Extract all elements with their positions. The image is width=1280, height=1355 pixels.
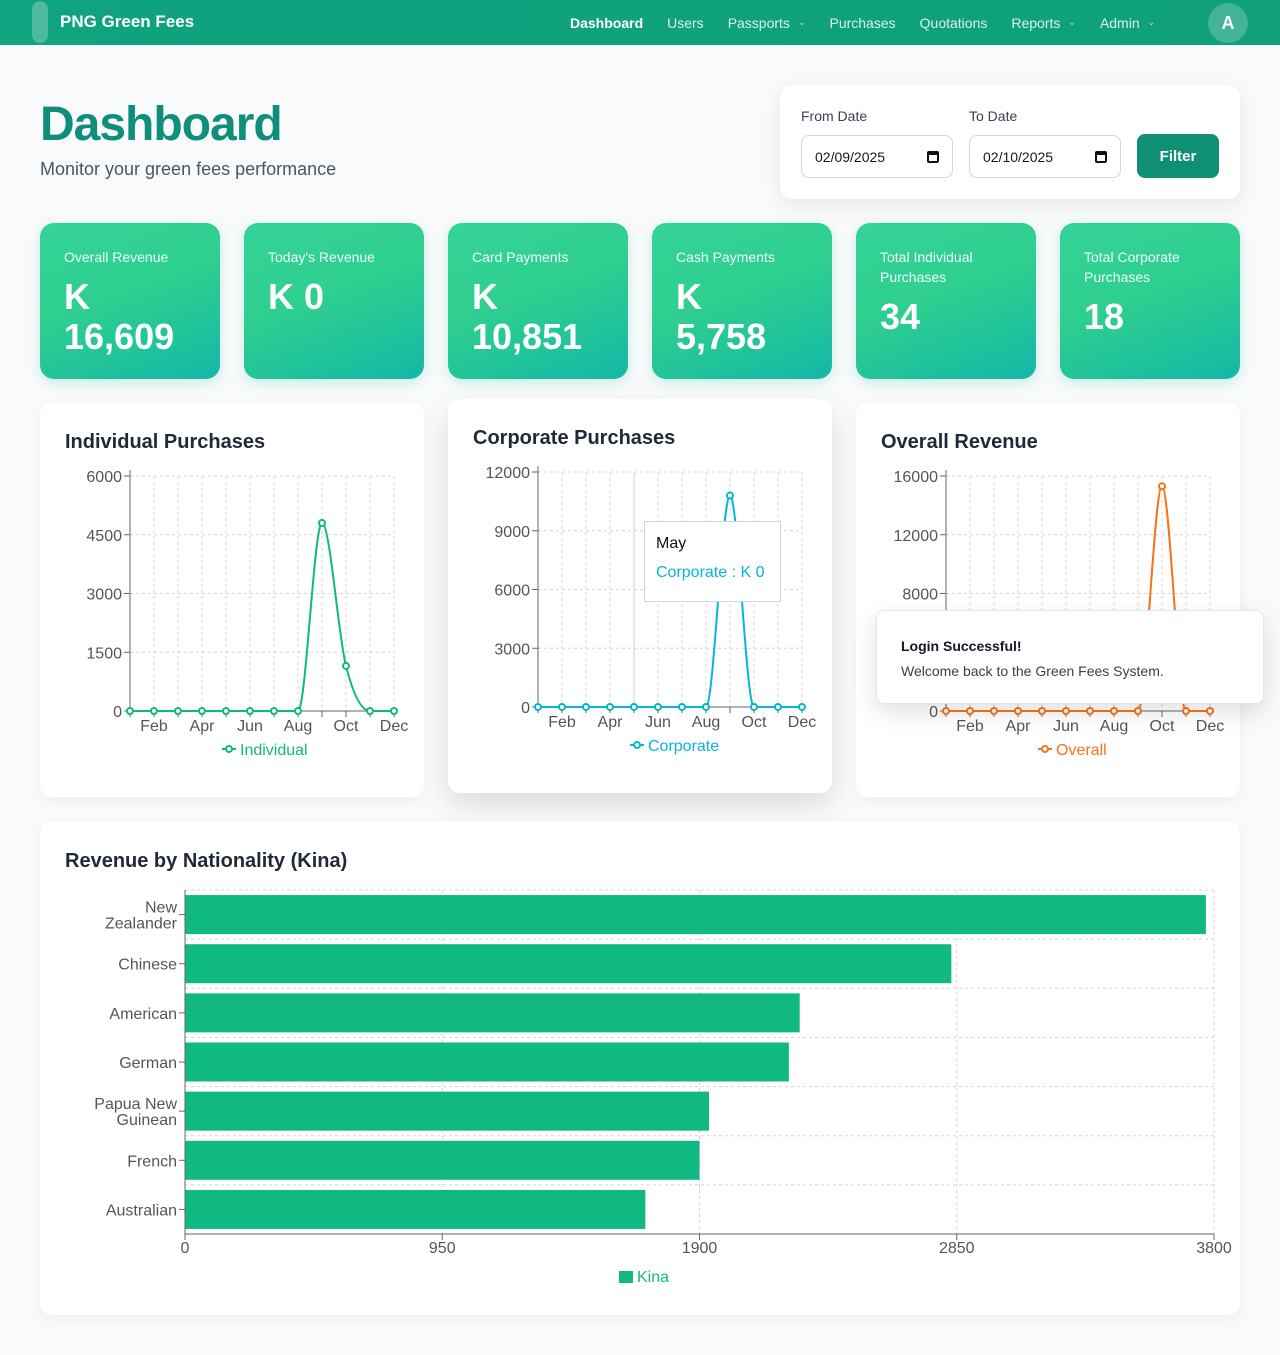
nav-item-users[interactable]: Users	[655, 15, 716, 31]
chart-tooltip: May Corporate : K 0	[644, 521, 781, 602]
toast-title: Login Successful!	[901, 638, 1022, 654]
stat-label: Today's Revenue	[268, 249, 375, 265]
stat-card-total-individual-purchases: Total Individual Purchases 34	[856, 223, 1036, 379]
filter-button[interactable]: Filter	[1137, 134, 1219, 178]
nav-item-label: Dashboard	[570, 14, 644, 31]
nav-item-label: Purchases	[829, 14, 896, 31]
chevron-down-icon: ⌄	[797, 17, 806, 27]
user-avatar[interactable]: A	[1208, 3, 1248, 43]
nav-item-purchases[interactable]: Purchases	[817, 15, 907, 31]
brand-title[interactable]: PNG Green Fees	[60, 12, 194, 32]
date-filter-card: From Date 02/09/2025 To Date 02/10/2025 …	[780, 85, 1240, 199]
chevron-down-icon: ⌄	[1147, 17, 1156, 27]
chart-title: Revenue by Nationality (Kina)	[65, 850, 348, 872]
stat-value: K 16,609	[64, 276, 175, 357]
nav-item-label: Reports	[1011, 14, 1061, 31]
chevron-down-icon: ⌄	[1068, 17, 1076, 27]
toast-message: Welcome back to the Green Fees System.	[901, 663, 1164, 679]
calendar-icon[interactable]	[1095, 150, 1107, 163]
tooltip-value: Corporate : K 0	[656, 564, 765, 581]
nav-item-admin[interactable]: Admin ⌄	[1088, 15, 1167, 31]
stat-value: K 5,758	[676, 276, 767, 357]
chart-title: Overall Revenue	[881, 431, 1038, 453]
stat-value: 18	[1084, 296, 1125, 337]
nav-item-dashboard[interactable]: Dashboard	[558, 15, 655, 31]
from-date-value: 02/09/2025	[815, 148, 886, 165]
tooltip-title: May	[656, 535, 687, 552]
nav-item-label: Quotations	[919, 14, 988, 31]
chart-title: Individual Purchases	[65, 431, 266, 453]
individual-purchases-card: Individual Purchases	[40, 403, 424, 797]
page-title: Dashboard	[40, 98, 283, 151]
stat-label: Card Payments	[472, 249, 569, 265]
stat-card-card-payments: Card Payments K 10,851	[448, 223, 628, 379]
from-date-label: From Date	[801, 108, 868, 124]
stat-card-cash-payments: Cash Payments K 5,758	[652, 223, 832, 379]
stat-card-todays-revenue: Today's Revenue K 0	[244, 223, 424, 379]
nav-item-label: Users	[667, 14, 704, 31]
sidebar-toggle-button[interactable]	[32, 1, 48, 43]
stat-value: 34	[880, 296, 921, 337]
from-date-input[interactable]: 02/09/2025	[801, 135, 953, 178]
overall-revenue-card: Overall Revenue	[856, 403, 1240, 797]
stat-value: K 10,851	[472, 276, 583, 357]
calendar-icon[interactable]	[927, 150, 939, 163]
nav-item-quotations[interactable]: Quotations	[908, 15, 1000, 31]
stat-label: Total Corporate Purchases	[1084, 249, 1180, 285]
nav-item-label: Passports	[727, 14, 790, 31]
chart-title: Corporate Purchases	[473, 427, 676, 449]
login-toast[interactable]: Login Successful! Welcome back to the Gr…	[876, 610, 1264, 704]
nationality-revenue-card: Revenue by Nationality (Kina)	[40, 821, 1240, 1315]
nav-item-label: Admin	[1099, 14, 1140, 31]
to-date-input[interactable]: 02/10/2025	[969, 135, 1121, 178]
nav-links: Dashboard Users Passports ⌄ Purchases Quo…	[558, 0, 1167, 45]
to-date-label: To Date	[969, 108, 1018, 124]
stat-label: Overall Revenue	[64, 249, 169, 265]
page-subtitle: Monitor your green fees performance	[40, 159, 337, 179]
nav-item-passports[interactable]: Passports ⌄	[716, 15, 818, 31]
stat-label: Cash Payments	[676, 249, 775, 265]
stat-card-overall-revenue: Overall Revenue K 16,609	[40, 223, 220, 379]
to-date-value: 02/10/2025	[983, 148, 1054, 165]
top-navbar: PNG Green Fees Dashboard Users Passports…	[0, 0, 1280, 45]
stat-card-total-corporate-purchases: Total Corporate Purchases 18	[1060, 223, 1240, 379]
stat-label: Total Individual Purchases	[880, 249, 973, 285]
nav-item-reports[interactable]: Reports ⌄	[999, 15, 1088, 31]
stat-value: K 0	[268, 276, 325, 317]
